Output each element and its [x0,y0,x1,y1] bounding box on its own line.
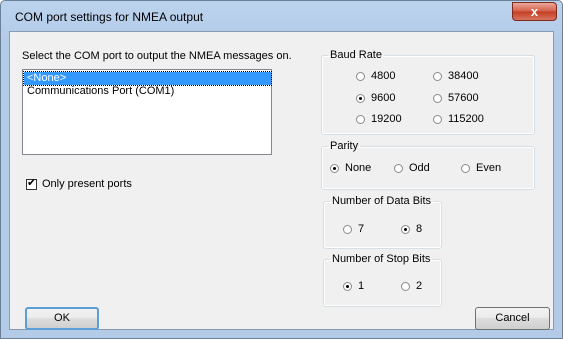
data-bits-group: Number of Data Bits [323,195,442,249]
radio-circle-icon [394,163,403,173]
radio-circle-icon [356,71,365,81]
radio-label: 19200 [371,113,402,125]
window-title: COM port settings for NMEA output [15,10,204,24]
close-icon: x [530,4,539,19]
port-instruction-label: Select the COM port to output the NMEA m… [22,50,292,62]
radio-label: Odd [409,162,430,174]
baud-57600-radio[interactable]: 57600 [433,92,479,104]
radio-label: None [345,162,372,174]
radio-selected-icon [356,93,365,103]
radio-label: 8 [416,223,423,235]
parity-even-radio[interactable]: Even [461,162,501,174]
only-present-ports-checkbox[interactable]: ✔ [26,177,37,190]
only-present-ports-label[interactable]: Only present ports [42,178,132,190]
data-bits-legend: Number of Data Bits [332,195,432,207]
dialog-window: COM port settings for NMEA output x Sele… [0,0,563,339]
baud-rate-legend: Baud Rate [330,49,382,61]
radio-label: 38400 [448,70,479,82]
radio-circle-icon [461,163,470,173]
radio-label: Even [476,162,502,174]
cancel-button[interactable]: Cancel [475,307,550,330]
baud-9600-radio[interactable]: 9600 [356,92,395,104]
title-bar[interactable]: COM port settings for NMEA output x [1,1,562,31]
baud-rate-group: Baud Rate [321,49,535,135]
list-item[interactable]: Communications Port (COM1) [24,85,174,98]
ok-button[interactable]: OK [25,307,99,330]
radio-selected-icon [330,163,339,173]
close-button[interactable]: x [512,2,557,21]
com-port-list[interactable]: <None> Communications Port (COM1) [22,69,272,155]
radio-label: 57600 [448,92,479,104]
stop-bits-group: Number of Stop Bits [323,253,442,307]
baud-4800-radio[interactable]: 4800 [356,70,395,82]
stop-bits-1-radio[interactable]: 1 [343,280,364,292]
radio-circle-icon [433,114,442,124]
radio-label: 4800 [371,70,396,82]
radio-circle-icon [433,93,442,103]
baud-115200-radio[interactable]: 115200 [433,113,484,125]
baud-38400-radio[interactable]: 38400 [433,70,479,82]
radio-circle-icon [401,281,410,291]
data-bits-7-radio[interactable]: 7 [343,223,364,235]
stop-bits-legend: Number of Stop Bits [332,253,431,265]
parity-legend: Parity [330,140,359,152]
radio-selected-icon [343,281,352,291]
radio-label: 7 [358,223,365,235]
radio-circle-icon [433,71,442,81]
parity-odd-radio[interactable]: Odd [394,162,430,174]
radio-label: 1 [358,280,365,292]
radio-label: 2 [416,280,423,292]
parity-none-radio[interactable]: None [330,162,371,174]
radio-circle-icon [343,224,352,234]
radio-circle-icon [356,114,365,124]
stop-bits-2-radio[interactable]: 2 [401,280,422,292]
list-item[interactable]: <None> [23,71,272,86]
radio-label: 115200 [448,113,484,125]
radio-label: 9600 [371,92,396,104]
baud-19200-radio[interactable]: 19200 [356,113,402,125]
dialog-body: Select the COM port to output the NMEA m… [9,31,554,330]
data-bits-8-radio[interactable]: 8 [401,223,422,235]
radio-selected-icon [401,224,410,234]
check-icon: ✔ [27,177,37,189]
